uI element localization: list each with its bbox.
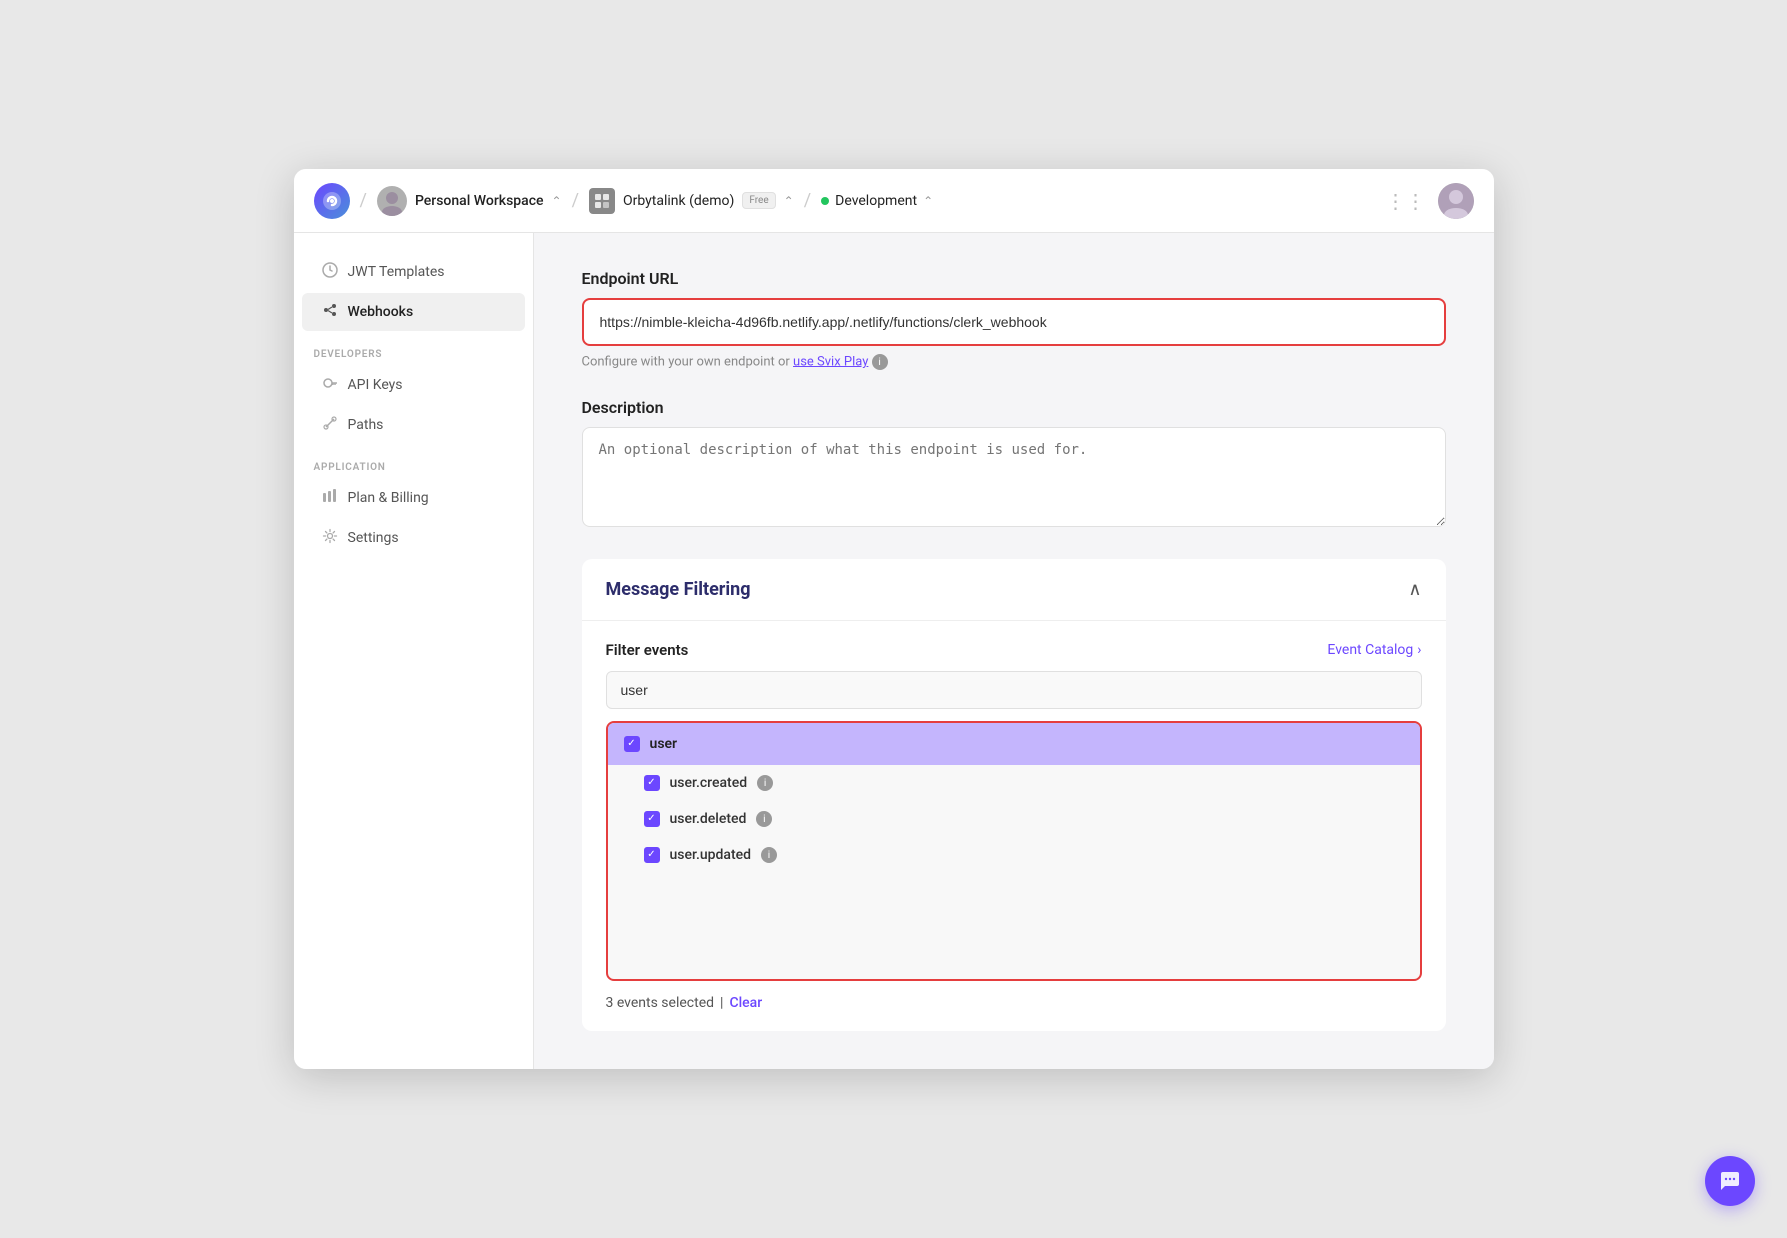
event-label-user-created: user.created: [670, 775, 748, 791]
sidebar-item-plan-billing[interactable]: Plan & Billing: [302, 479, 525, 517]
sidebar-label-plan-billing: Plan & Billing: [348, 490, 429, 506]
filtering-section: Message Filtering ∧ Filter events Event …: [582, 559, 1446, 1031]
user-deleted-checkbox[interactable]: ✓: [644, 811, 660, 827]
events-selected-bar: 3 events selected | Clear: [606, 995, 1422, 1011]
description-textarea[interactable]: [582, 427, 1446, 527]
endpoint-url-input[interactable]: [582, 298, 1446, 346]
hint-prefix: Configure with your own endpoint or: [582, 354, 794, 369]
sidebar-item-api-keys[interactable]: API Keys: [302, 366, 525, 404]
user-created-info-icon[interactable]: i: [757, 775, 773, 791]
description-label: Description: [582, 398, 1446, 417]
sidebar-item-settings[interactable]: Settings: [302, 519, 525, 557]
sidebar-item-jwt-templates[interactable]: JWT Templates: [302, 253, 525, 291]
event-item-user-created[interactable]: ✓ user.created i: [608, 765, 1420, 801]
sidebar-item-webhooks[interactable]: Webhooks: [302, 293, 525, 331]
collapse-icon[interactable]: ∧: [1408, 579, 1421, 600]
api-keys-icon: [322, 375, 338, 395]
env-status-dot: [821, 197, 829, 205]
checkbox-check-icon: ✓: [627, 739, 635, 749]
settings-icon: [322, 528, 338, 548]
env-selector[interactable]: Development ⌃: [821, 193, 933, 209]
checkbox-check-created-icon: ✓: [647, 778, 655, 788]
env-chevron-icon: ⌃: [923, 194, 933, 208]
filtering-header[interactable]: Message Filtering ∧: [582, 559, 1446, 621]
sidebar-label-api-keys: API Keys: [348, 377, 403, 393]
chat-fab-button[interactable]: [1705, 1156, 1755, 1206]
sidebar-label-jwt: JWT Templates: [348, 264, 445, 280]
separator: |: [720, 995, 723, 1011]
events-list: ✓ user ✓ user.created i: [606, 721, 1422, 981]
section-developers-label: DEVELOPERS: [294, 333, 533, 366]
paths-icon: [322, 415, 338, 435]
user-checkbox[interactable]: ✓: [624, 736, 640, 752]
app-logo[interactable]: [314, 183, 350, 219]
main-layout: JWT Templates Webhooks DEVELOPERS API Ke…: [294, 233, 1494, 1069]
webhooks-icon: [322, 302, 338, 322]
event-catalog-label: Event Catalog: [1327, 642, 1413, 658]
hint-info-icon[interactable]: i: [872, 354, 888, 370]
sidebar-label-paths: Paths: [348, 417, 384, 433]
topbar-more-icon[interactable]: ⋮⋮: [1386, 189, 1426, 213]
topbar: / Personal Workspace ⌃ / Orbytalink (dem…: [294, 169, 1494, 233]
topbar-right: ⋮⋮: [1386, 183, 1474, 219]
checkbox-check-deleted-icon: ✓: [647, 814, 655, 824]
sidebar-label-webhooks: Webhooks: [348, 304, 414, 320]
jwt-templates-icon: [322, 262, 338, 282]
event-item-user-updated[interactable]: ✓ user.updated i: [608, 837, 1420, 873]
org-name: Orbytalink (demo): [623, 193, 734, 209]
plan-billing-icon: [322, 488, 338, 508]
svix-play-link[interactable]: use Svix Play: [793, 354, 868, 369]
env-name: Development: [835, 193, 917, 209]
user-updated-info-icon[interactable]: i: [761, 847, 777, 863]
sep3: /: [804, 190, 811, 211]
org-selector[interactable]: Orbytalink (demo) Free ⌃: [589, 188, 794, 214]
user-deleted-info-icon[interactable]: i: [756, 811, 772, 827]
event-label-user-deleted: user.deleted: [670, 811, 747, 827]
user-avatar[interactable]: [1438, 183, 1474, 219]
event-catalog-link[interactable]: Event Catalog ›: [1327, 642, 1421, 658]
content-area: Endpoint URL Configure with your own end…: [534, 233, 1494, 1069]
workspace-name: Personal Workspace: [415, 193, 544, 209]
sidebar-item-paths[interactable]: Paths: [302, 406, 525, 444]
user-created-checkbox[interactable]: ✓: [644, 775, 660, 791]
filtering-body: Filter events Event Catalog › ✓: [582, 621, 1446, 1031]
checkbox-check-updated-icon: ✓: [647, 850, 655, 860]
org-chevron-icon: ⌃: [784, 194, 794, 208]
workspace-avatar: [377, 186, 407, 216]
org-icon: [589, 188, 615, 214]
org-plan-badge: Free: [742, 192, 775, 209]
event-search-input[interactable]: [606, 671, 1422, 709]
workspace-selector[interactable]: Personal Workspace ⌃: [377, 186, 562, 216]
clear-button[interactable]: Clear: [729, 995, 762, 1011]
section-application-label: APPLICATION: [294, 446, 533, 479]
event-label-user-updated: user.updated: [670, 847, 752, 863]
event-catalog-arrow-icon: ›: [1417, 642, 1421, 658]
filter-events-label: Filter events: [606, 641, 689, 659]
selected-count: 3 events selected: [606, 995, 715, 1011]
sep1: /: [360, 190, 367, 211]
sidebar-label-settings: Settings: [348, 530, 399, 546]
sep2: /: [572, 190, 579, 211]
endpoint-url-label: Endpoint URL: [582, 269, 1446, 288]
sidebar: JWT Templates Webhooks DEVELOPERS API Ke…: [294, 233, 534, 1069]
event-label-user: user: [650, 736, 678, 752]
event-item-user[interactable]: ✓ user: [608, 723, 1420, 765]
workspace-chevron-icon: ⌃: [552, 194, 562, 208]
user-updated-checkbox[interactable]: ✓: [644, 847, 660, 863]
endpoint-hint: Configure with your own endpoint or use …: [582, 354, 1446, 370]
event-item-user-deleted[interactable]: ✓ user.deleted i: [608, 801, 1420, 837]
filtering-title: Message Filtering: [606, 579, 751, 600]
filter-events-header: Filter events Event Catalog ›: [606, 641, 1422, 659]
